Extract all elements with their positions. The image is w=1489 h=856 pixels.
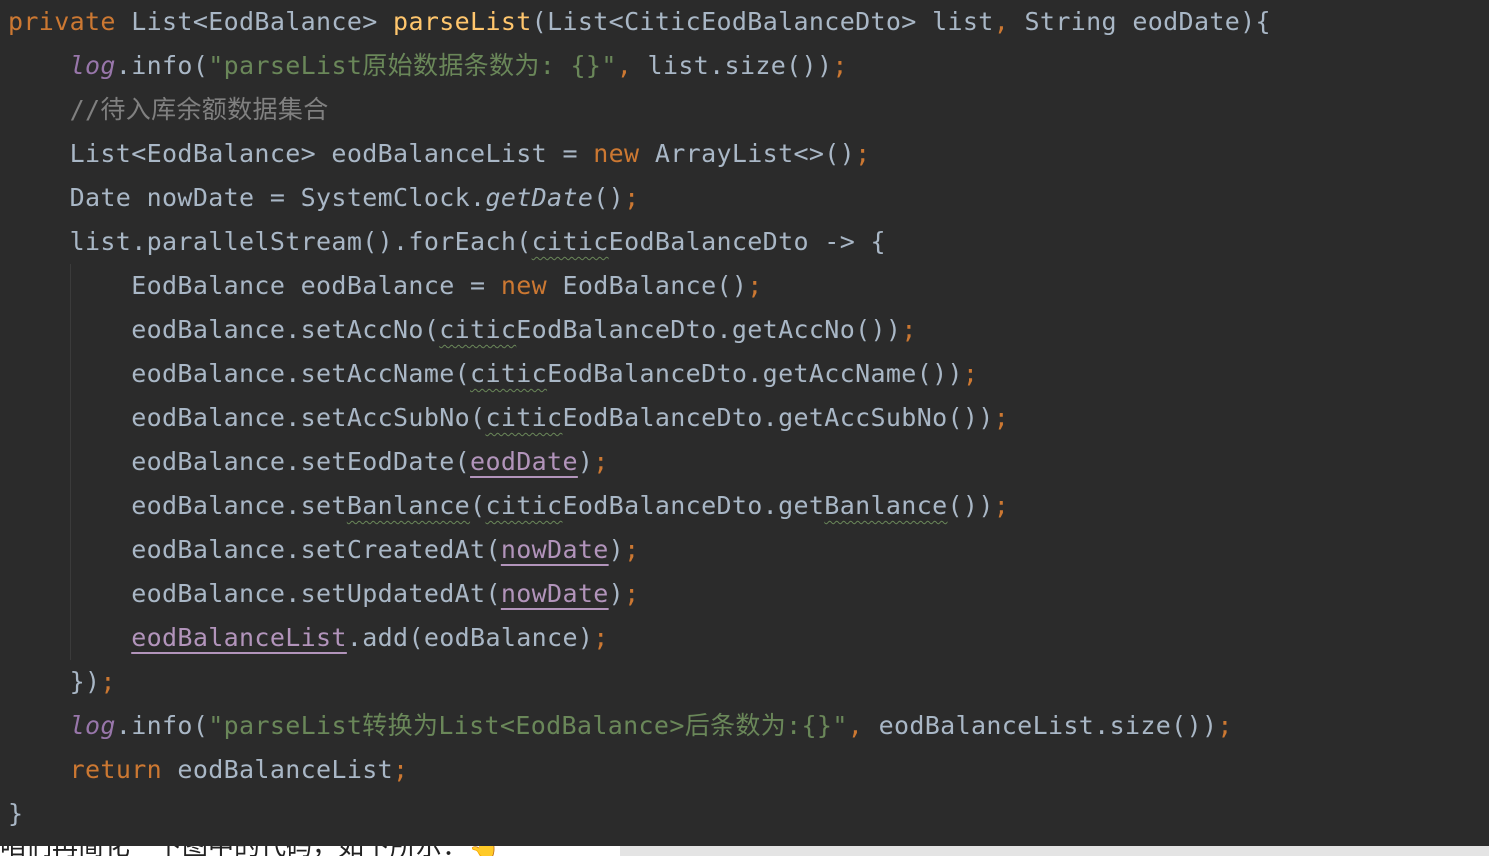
code-line-17: log.info("parseList转换为List<EodBalance>后条… — [69, 711, 1233, 740]
code-line-13: eodBalance.setCreatedAt(nowDate); — [8, 535, 640, 564]
code-line-14: eodBalance.setUpdatedAt(nowDate); — [8, 579, 640, 608]
gray-panel — [620, 846, 1489, 856]
code-line-16: }); — [8, 667, 116, 696]
code-line-15: eodBalanceList.add(eodBalance); — [131, 623, 609, 652]
article-text-strip: 咱们再简化一下图中的代码，如下所示：👆 — [0, 846, 1489, 856]
code-line-4: List<EodBalance> eodBalanceList = new Ar… — [8, 139, 871, 168]
code-line-6: list.parallelStream().forEach(citicEodBa… — [8, 227, 886, 256]
code-line-9: eodBalance.setAccName(citicEodBalanceDto… — [8, 359, 979, 388]
code-line-12: eodBalance.setBanlance(citicEodBalanceDt… — [8, 491, 1010, 520]
code-line-2: log.info("parseList原始数据条数为: {}", list.si… — [69, 51, 848, 80]
code-line-5: Date nowDate = SystemClock.getDate(); — [8, 183, 640, 212]
code-line-10: eodBalance.setAccSubNo(citicEodBalanceDt… — [8, 403, 1010, 432]
code-line-7: EodBalance eodBalance = new EodBalance()… — [8, 271, 763, 300]
article-caption: 咱们再简化一下图中的代码，如下所示：👆 — [0, 846, 500, 856]
code-line-8: eodBalance.setAccNo(citicEodBalanceDto.g… — [8, 315, 917, 344]
code-line-1: private List<EodBalance> parseList(List<… — [8, 7, 1271, 36]
code-line-19: } — [8, 799, 24, 828]
code-line-3: //待入库余额数据集合 — [8, 95, 329, 124]
code-line-11: eodBalance.setEodDate(eodDate); — [8, 447, 609, 476]
code-editor[interactable]: private List<EodBalance> parseList(List<… — [0, 0, 1489, 846]
code-line-18: return eodBalanceList; — [69, 755, 409, 784]
